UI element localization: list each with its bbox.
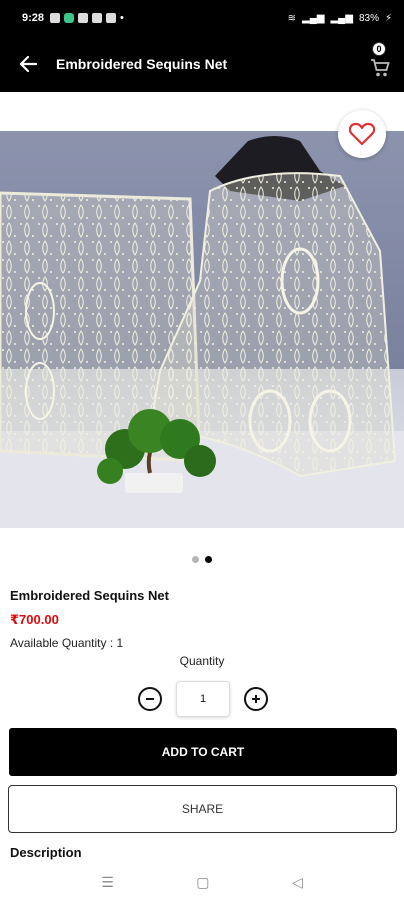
share-button[interactable]: SHARE (8, 785, 397, 833)
cart-button[interactable]: 0 (366, 42, 394, 82)
add-to-cart-button[interactable]: ADD TO CART (9, 728, 397, 776)
charging-icon: ⚡ (384, 12, 392, 24)
more-dot-icon: • (120, 12, 124, 24)
back-triangle-icon[interactable]: ◁ (292, 874, 303, 891)
status-time: 9:28 (22, 12, 45, 24)
whatsapp-icon (50, 13, 61, 23)
gallery-icon (78, 13, 89, 23)
arrow-left-icon (19, 55, 38, 73)
decrease-quantity-button[interactable] (138, 687, 162, 711)
minus-icon (146, 698, 154, 700)
heart-outline-icon (349, 122, 375, 146)
carousel-dot-1[interactable] (192, 556, 199, 563)
media-icon (92, 13, 103, 23)
home-icon[interactable]: ▢ (196, 874, 209, 891)
quantity-input[interactable]: 1 (176, 681, 230, 717)
increase-quantity-button[interactable] (244, 687, 268, 711)
wifi-icon: ≋ (287, 12, 297, 24)
carousel-indicator (0, 556, 404, 563)
plus-icon (252, 695, 260, 703)
cart-count-badge: 0 (372, 42, 386, 56)
recent-apps-icon[interactable]: ☰ (101, 874, 114, 891)
battery-level: 83% (358, 12, 379, 24)
product-image-carousel[interactable] (0, 92, 404, 536)
system-indicators: ≋ ▂▄▆ ▂▄▆ 83% ⚡ (288, 13, 392, 24)
carousel-dot-2[interactable] (205, 556, 212, 563)
available-quantity: Available Quantity : 1 (10, 636, 123, 650)
app-notification-icon (64, 13, 75, 23)
signal-icon: ▂▄▆ (302, 12, 325, 24)
system-navigation-bar: ☰ ▢ ◁ (0, 864, 404, 900)
quantity-stepper: 1 (138, 680, 268, 718)
available-quantity-label: Available Quantity : (10, 636, 117, 650)
back-button[interactable] (0, 36, 56, 92)
quantity-label: Quantity (179, 654, 225, 668)
product-illustration (0, 136, 404, 528)
notification-icons: • (50, 12, 124, 24)
product-price: ₹700.00 (10, 612, 59, 627)
favorite-button[interactable] (338, 110, 386, 158)
status-bar: 9:28 • ≋ ▂▄▆ ▂▄▆ 83% ⚡ (0, 0, 404, 36)
signal-icon-2: ▂▄▆ (330, 12, 353, 24)
settings-icon (106, 13, 117, 23)
cart-icon (371, 59, 390, 77)
product-name: Embroidered Sequins Net (10, 588, 169, 603)
description-heading: Description (10, 845, 82, 860)
page-title: Embroidered Sequins Net (56, 56, 228, 72)
available-quantity-value: 1 (116, 636, 124, 650)
app-bar: Embroidered Sequins Net 0 (0, 36, 404, 92)
product-photo[interactable] (0, 131, 404, 528)
